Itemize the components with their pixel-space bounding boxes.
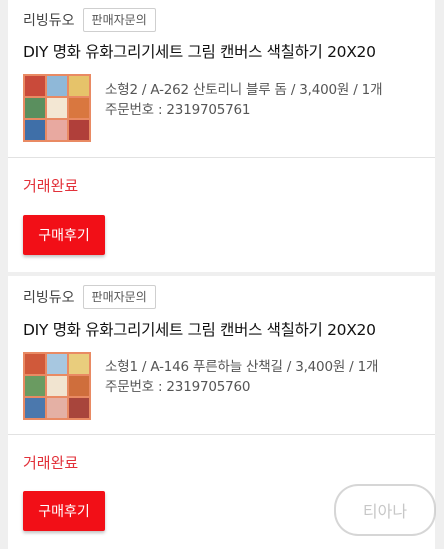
product-thumbnail[interactable] (23, 352, 91, 420)
order-status: 거래완료 (23, 177, 79, 195)
seller-inquiry-button[interactable]: 판매자문의 (82, 8, 156, 32)
order-number: 주문번호 : 2319705761 (105, 102, 251, 118)
divider (8, 157, 435, 158)
write-review-button[interactable]: 구매후기 (23, 215, 105, 255)
seller-row: 리빙듀오 판매자문의 (23, 285, 156, 309)
product-title[interactable]: DIY 명화 유화그리기세트 그림 캔버스 색칠하기 20X20 (23, 40, 376, 62)
seller-row: 리빙듀오 판매자문의 (23, 8, 156, 32)
product-option: 소형2 / A-262 산토리니 블루 돔 / 3,400원 / 1개 (105, 82, 383, 98)
seller-name[interactable]: 리빙듀오 (23, 10, 75, 30)
watermark-logo: 티아나 (334, 484, 436, 536)
seller-inquiry-button[interactable]: 판매자문의 (82, 285, 156, 309)
product-thumbnail[interactable] (23, 74, 91, 142)
write-review-button[interactable]: 구매후기 (23, 491, 105, 531)
product-title[interactable]: DIY 명화 유화그리기세트 그림 캔버스 색칠하기 20X20 (23, 318, 376, 340)
watermark-text: 티아나 (362, 502, 408, 521)
seller-name[interactable]: 리빙듀오 (23, 287, 75, 307)
order-number: 주문번호 : 2319705760 (105, 379, 251, 395)
product-option: 소형1 / A-146 푸른하늘 산책길 / 3,400원 / 1개 (105, 359, 379, 375)
divider (8, 434, 435, 435)
order-status: 거래완료 (23, 454, 79, 472)
order-card: 리빙듀오 판매자문의 DIY 명화 유화그리기세트 그림 캔버스 색칠하기 20… (8, 0, 435, 272)
